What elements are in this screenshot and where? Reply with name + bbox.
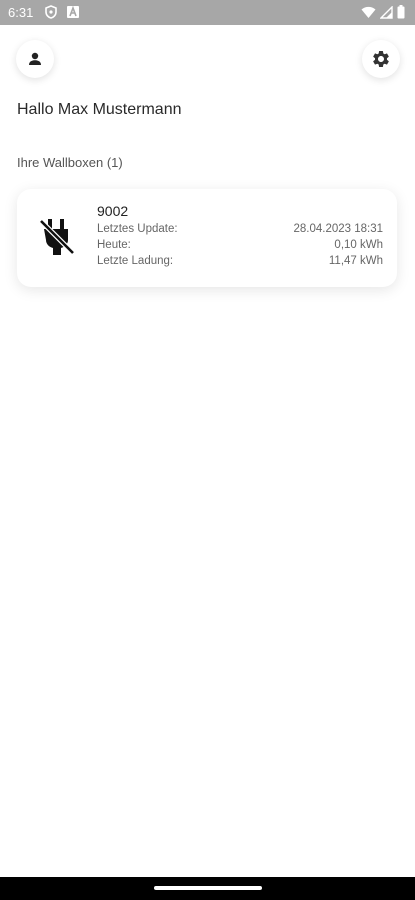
- signal-icon: [380, 5, 393, 19]
- info-label: Letztes Update:: [97, 223, 178, 235]
- plug-off-icon: [39, 219, 75, 255]
- wallbox-name: 9002: [97, 203, 129, 219]
- shield-icon: [45, 5, 57, 19]
- navigation-bar: [0, 877, 415, 900]
- status-right-icons: [361, 5, 405, 19]
- info-row-last-charge: Letzte Ladung: 11,47 kWh: [97, 255, 383, 267]
- wifi-icon: [361, 6, 376, 18]
- profile-button[interactable]: [16, 40, 54, 78]
- status-bar: 6:31: [0, 0, 415, 25]
- battery-icon: [397, 5, 405, 19]
- section-title: Ihre Wallboxen (1): [17, 155, 123, 170]
- home-gesture-handle[interactable]: [154, 886, 262, 890]
- greeting-text: Hallo Max Mustermann: [17, 101, 182, 118]
- info-value: 11,47 kWh: [328, 255, 383, 267]
- settings-button[interactable]: [362, 40, 400, 78]
- info-label: Heute:: [97, 239, 131, 251]
- wallbox-card[interactable]: 9002 Letztes Update: 28.04.2023 18:31 He…: [17, 189, 397, 287]
- info-label: Letzte Ladung:: [97, 255, 174, 267]
- info-row-today: Heute: 0,10 kWh: [97, 239, 383, 251]
- info-value: 28.04.2023 18:31: [293, 223, 383, 235]
- gear-icon: [373, 50, 389, 67]
- info-value: 0,10 kWh: [334, 239, 383, 251]
- a-box-icon: [67, 5, 79, 18]
- person-icon: [29, 52, 41, 65]
- status-time: 6:31: [8, 5, 34, 20]
- info-row-last-update: Letztes Update: 28.04.2023 18:31: [97, 223, 383, 235]
